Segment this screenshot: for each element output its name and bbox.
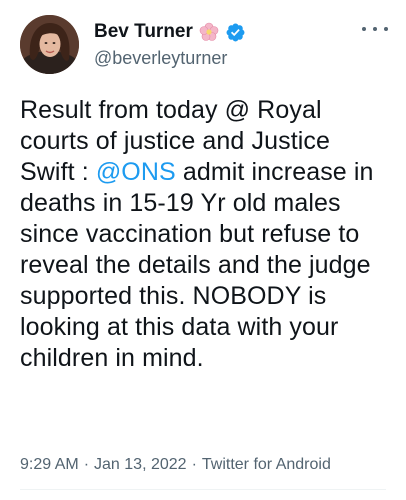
more-dot [384,27,388,31]
tweet-meta: 9:29 AM · Jan 13, 2022 · Twitter for Android [20,454,331,476]
meta-separator: · [83,456,90,473]
mention-link[interactable]: @ONS [96,158,176,186]
author-display-name[interactable]: Bev Turner [94,19,193,45]
tweet: Bev Turner @beverleyturner Result from t… [0,0,406,500]
verified-badge-icon [225,22,246,43]
author-handle[interactable]: @beverleyturner [94,46,227,70]
more-options-icon[interactable] [362,22,388,36]
tweet-date[interactable]: Jan 13, 2022 [94,456,187,473]
more-dot [362,27,366,31]
more-dot [373,27,377,31]
tweet-text: Result from today @ Royal courts of just… [20,95,390,374]
tweet-time[interactable]: 9:29 AM [20,456,79,473]
tweet-source[interactable]: Twitter for Android [202,456,331,473]
avatar[interactable] [20,15,79,74]
tweet-text-part2: admit increase in deaths in 15-19 Yr old… [20,158,374,372]
meta-separator: · [191,456,197,473]
author-name-row: Bev Turner [94,19,246,45]
flower-emoji [199,22,219,42]
divider [20,489,386,490]
